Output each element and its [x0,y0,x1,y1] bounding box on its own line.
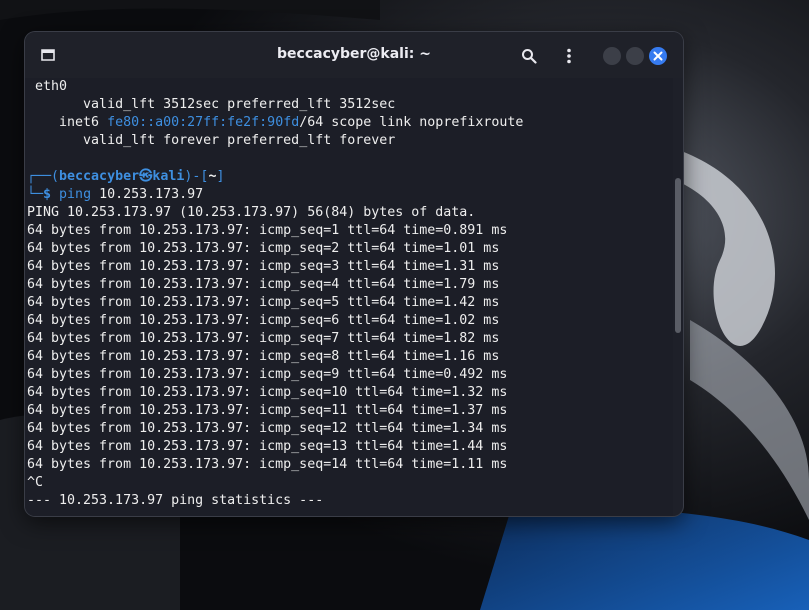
terminal-scrollbar[interactable] [675,178,681,333]
terminal-output[interactable]: eth0 valid_lft 3512sec preferred_lft 351… [25,78,673,516]
output-line: inet6 fe80::a00:27ff:fe2f:90fd/64 scope … [59,115,524,130]
ping-reply: 64 bytes from 10.253.173.97: icmp_seq=1 … [27,223,508,238]
close-icon [653,51,663,61]
ping-reply: 64 bytes from 10.253.173.97: icmp_seq=8 … [27,349,500,364]
ping-reply: 64 bytes from 10.253.173.97: icmp_seq=13… [27,439,508,454]
minimize-button[interactable] [603,47,621,65]
search-icon [522,49,537,64]
window-title: beccacyber@kali: ~ [277,46,431,62]
output-line: valid_lft 3512sec preferred_lft 3512sec [83,97,396,112]
title-bar[interactable]: beccacyber@kali: ~ [25,32,683,78]
ping-reply: 64 bytes from 10.253.173.97: icmp_seq=2 … [27,241,500,256]
ping-reply: 64 bytes from 10.253.173.97: icmp_seq=3 … [27,259,500,274]
ping-reply: 64 bytes from 10.253.173.97: icmp_seq=5 … [27,295,500,310]
ping-reply: 64 bytes from 10.253.173.97: icmp_seq=11… [27,403,508,418]
maximize-button[interactable] [626,47,644,65]
ipv6-address: fe80::a00:27ff:fe2f:90fd [107,115,300,130]
ping-reply: 64 bytes from 10.253.173.97: icmp_seq=4 … [27,277,500,292]
ping-reply: 64 bytes from 10.253.173.97: icmp_seq=9 … [27,367,508,382]
output-line: valid_lft forever preferred_lft forever [83,133,396,148]
ping-reply: 64 bytes from 10.253.173.97: icmp_seq=14… [27,457,508,472]
command-line: └─$ ping 10.253.173.97 [27,187,204,202]
interrupt-line: ^C [27,475,44,490]
ping-reply: 64 bytes from 10.253.173.97: icmp_seq=6 … [27,313,500,328]
ping-reply: 64 bytes from 10.253.173.97: icmp_seq=7 … [27,331,500,346]
ping-header: PING 10.253.173.97 (10.253.173.97) 56(84… [27,205,476,220]
close-button[interactable] [649,47,667,65]
output-line: eth0 [35,79,68,94]
menu-button[interactable] [559,46,579,66]
ping-reply: 64 bytes from 10.253.173.97: icmp_seq=12… [27,421,508,436]
command-name: ping [59,187,92,202]
search-button[interactable] [519,46,539,66]
ping-reply: 64 bytes from 10.253.173.97: icmp_seq=10… [27,385,508,400]
stats-header: --- 10.253.173.97 ping statistics --- [27,493,324,508]
kebab-menu-icon [567,48,571,64]
terminal-window: beccacyber@kali: ~ eth0 valid_lft 3512se… [25,32,683,516]
command-argument: 10.253.173.97 [99,187,204,202]
prompt-line: ┌──(beccacyber㉿kali)-[~] [27,169,225,184]
prompt-user: beccacyber㉿kali [59,169,185,184]
